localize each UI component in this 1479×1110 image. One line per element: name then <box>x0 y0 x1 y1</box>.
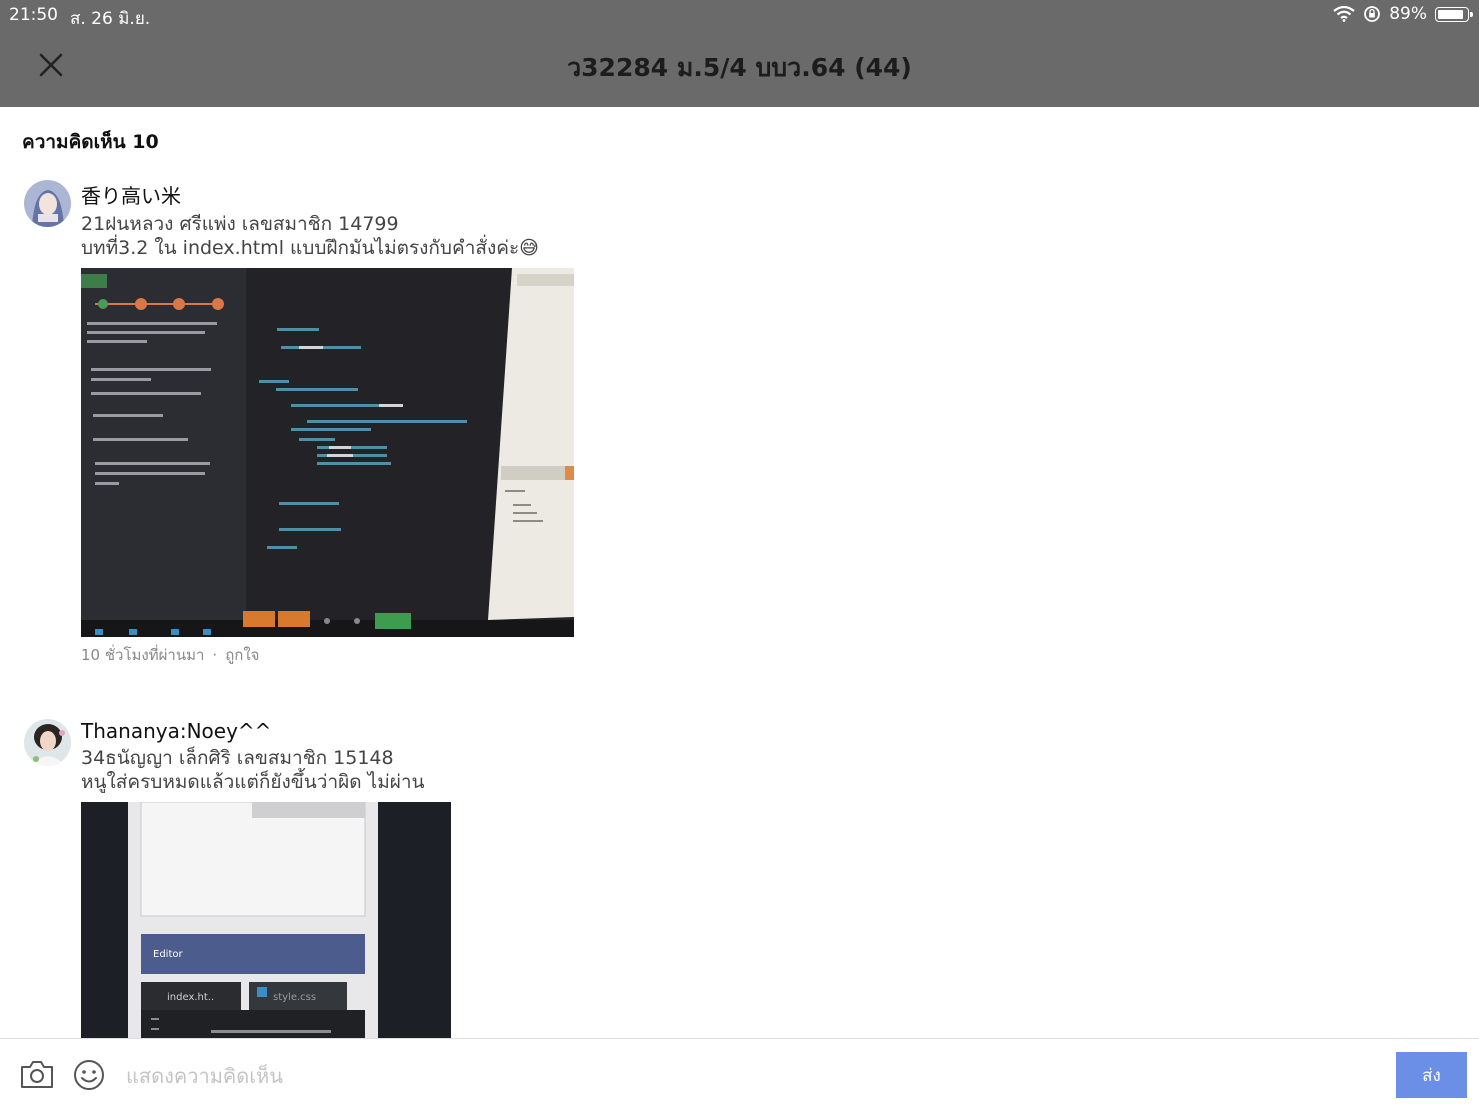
comment-author[interactable]: 香り高い米 <box>81 180 574 209</box>
rotation-lock-icon <box>1364 6 1381 22</box>
comment-body: Thananya:Noey^^ 34ธนัญญา เล็กศิริ เลขสมา… <box>81 719 451 1038</box>
comment-meta: 10 ชั่วโมงที่ผ่านมา · ถูกใจ <box>81 643 574 667</box>
comments-panel[interactable]: ความคิดเห็น 10 香り高い米 21ฝนหลวง ศรีแพ่ง เล… <box>0 107 1479 1038</box>
emoji-icon[interactable] <box>73 1059 105 1091</box>
comments-count-heading: ความคิดเห็น 10 <box>22 131 159 153</box>
page-title: ว32284 ม.5/4 บบว.64 (44) <box>567 53 912 82</box>
comment-photo[interactable] <box>81 268 574 637</box>
comment-composer: ส่ง <box>0 1038 1479 1110</box>
comment-photo[interactable]: Editor index.ht.. style.css <box>81 802 451 1038</box>
comment-input[interactable] <box>124 1057 1378 1095</box>
comment-timestamp: 10 ชั่วโมงที่ผ่านมา <box>81 646 205 664</box>
battery-icon <box>1435 6 1473 22</box>
status-date: ส. 26 มิ.ย. <box>70 9 151 29</box>
battery-percent: 89% <box>1389 4 1427 24</box>
status-right: 89% <box>1333 4 1473 24</box>
avatar[interactable] <box>24 719 71 766</box>
svg-text:index.ht..: index.ht.. <box>167 992 214 1003</box>
svg-text:Editor: Editor <box>153 949 183 960</box>
comment-text-line: 21ฝนหลวง ศรีแพ่ง เลขสมาชิก 14799 <box>81 213 399 235</box>
svg-text:style.css: style.css <box>273 992 316 1003</box>
comment-body: 香り高い米 21ฝนหลวง ศรีแพ่ง เลขสมาชิก 14799 บ… <box>81 180 574 667</box>
status-time: 21:50 <box>9 5 58 25</box>
avatar[interactable] <box>24 180 71 227</box>
status-bar: 21:50 ส. 26 มิ.ย. 89% <box>0 0 1479 30</box>
comment-text-line: 34ธนัญญา เล็กศิริ เลขสมาชิก 15148 <box>81 747 394 769</box>
meta-separator: · <box>212 646 218 664</box>
navigation-bar: ว32284 ม.5/4 บบว.64 (44) <box>0 30 1479 107</box>
comment-text-line: บทที่3.2 ใน index.html แบบฝึกมันไม่ตรงกั… <box>81 237 539 259</box>
camera-icon[interactable] <box>20 1059 54 1089</box>
like-button[interactable]: ถูกใจ <box>225 646 259 664</box>
send-button[interactable]: ส่ง <box>1396 1052 1467 1098</box>
comment-text-line: หนูใส่ครบหมดแล้วแต่ก็ยังขึ้นว่าผิด ไม่ผ่… <box>81 771 425 793</box>
wifi-icon <box>1333 6 1355 22</box>
comment-author[interactable]: Thananya:Noey^^ <box>81 719 451 743</box>
